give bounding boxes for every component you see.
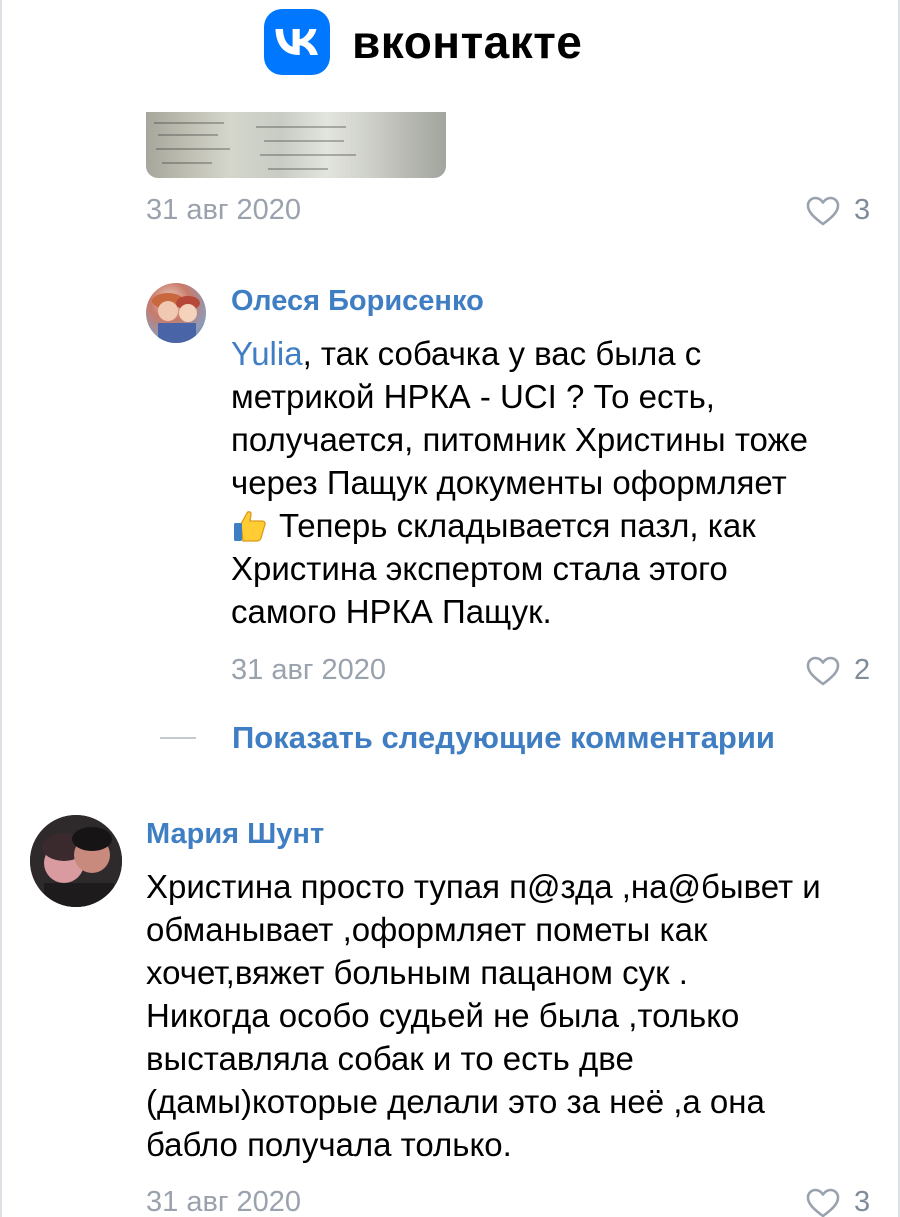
vk-comments-page: вконтакте 31 авг 2020 3 Олеся Борисенко … xyxy=(0,0,900,1217)
heart-icon xyxy=(806,196,840,225)
comment-author[interactable]: Мария Шунт xyxy=(146,818,324,851)
heart-icon xyxy=(806,656,840,685)
app-header: вконтакте xyxy=(264,8,582,76)
like-button[interactable]: 3 xyxy=(806,1186,870,1217)
photo-attachment[interactable] xyxy=(146,112,446,178)
like-button[interactable]: 2 xyxy=(806,654,870,687)
heart-icon xyxy=(806,1188,840,1217)
comment-date: 31 авг 2020 xyxy=(146,194,301,226)
comment-date: 31 авг 2020 xyxy=(146,1186,301,1217)
left-border xyxy=(0,0,2,1217)
vk-logo-icon[interactable] xyxy=(264,9,330,75)
show-more-row: Показать следующие комментарии xyxy=(160,720,775,756)
comment-author[interactable]: Олеся Борисенко xyxy=(231,285,484,318)
thumbs-up-emoji-icon xyxy=(234,511,266,542)
divider-dash xyxy=(160,737,196,739)
avatar[interactable] xyxy=(146,283,206,343)
comment-text: Yulia, так собачка у вас была с метрикой… xyxy=(231,335,808,630)
comment-text: Христина просто тупая п@зда ,на@бывет и … xyxy=(146,868,821,1163)
like-count: 2 xyxy=(854,654,871,686)
like-count: 3 xyxy=(854,1186,871,1217)
like-button[interactable]: 3 xyxy=(806,194,870,227)
comment-date: 31 авг 2020 xyxy=(231,654,386,686)
brand-name: вконтакте xyxy=(352,16,583,68)
mention-link[interactable]: Yulia xyxy=(231,335,303,372)
like-count: 3 xyxy=(854,194,871,226)
show-more-comments-link[interactable]: Показать следующие комментарии xyxy=(232,720,775,756)
avatar[interactable] xyxy=(30,815,122,907)
